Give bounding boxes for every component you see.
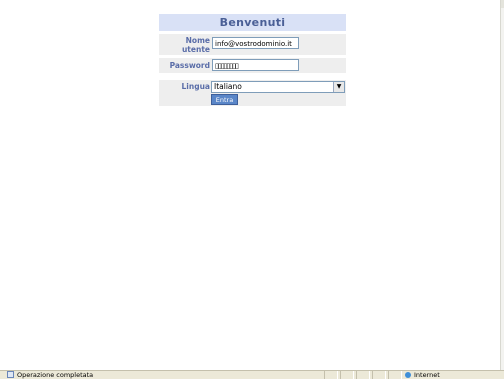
status-pane — [388, 371, 402, 379]
username-label-line2: utente — [181, 45, 210, 54]
language-row: Lingua Italiano ▼ — [159, 80, 346, 93]
status-bar: Operazione completata Internet — [0, 370, 504, 379]
password-input[interactable]: ▯▯▯▯▯▯▯▯ — [212, 59, 299, 71]
status-pane — [340, 371, 354, 379]
page-done-icon — [7, 371, 14, 378]
submit-button[interactable]: Entra — [211, 94, 238, 105]
login-title: Benvenuti — [159, 14, 346, 31]
password-row: Password ▯▯▯▯▯▯▯▯ — [159, 58, 346, 73]
username-label: Nome utente — [182, 36, 210, 54]
status-pane — [324, 371, 338, 379]
submit-row: Entra — [159, 93, 346, 106]
window-edge — [500, 0, 504, 371]
username-row: Nome utente info@vostrodominio.it — [159, 34, 346, 55]
language-selected-value: Italiano — [214, 82, 242, 91]
language-label: Lingua — [181, 82, 210, 91]
status-pane — [356, 371, 370, 379]
status-text: Operazione completata — [17, 371, 94, 379]
username-input[interactable]: info@vostrodominio.it — [212, 37, 299, 49]
chevron-down-icon[interactable]: ▼ — [333, 82, 344, 92]
username-label-line1: Nome — [185, 36, 210, 45]
globe-icon — [405, 372, 411, 378]
zone-text: Internet — [414, 371, 440, 379]
password-label: Password — [169, 61, 210, 70]
status-pane — [372, 371, 386, 379]
login-panel: Benvenuti Nome utente info@vostrodominio… — [159, 14, 346, 106]
language-select[interactable]: Italiano ▼ — [211, 81, 345, 93]
